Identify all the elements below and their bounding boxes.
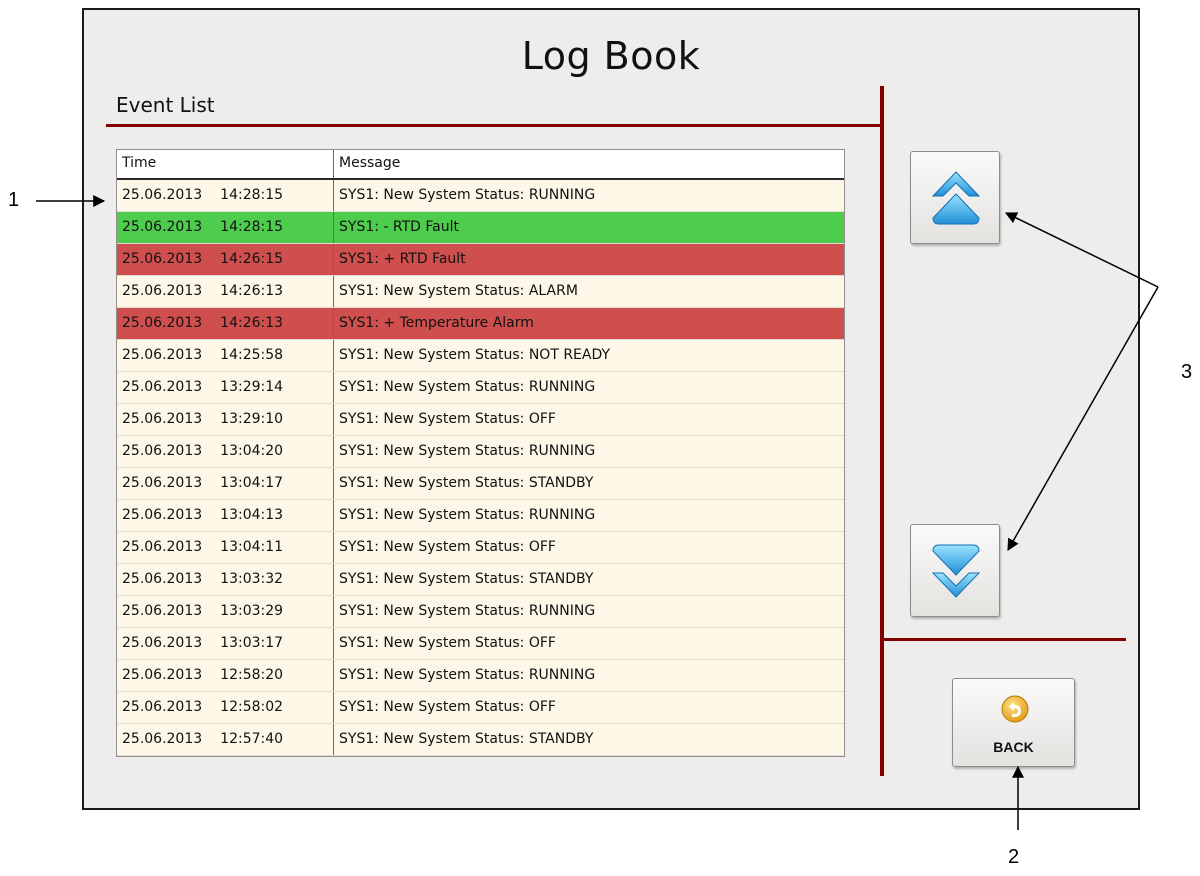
callout-arrow-3b xyxy=(1007,286,1159,552)
callout-label-2: 2 xyxy=(1008,846,1020,868)
callout-arrow-3a xyxy=(1004,212,1159,288)
callout-arrows xyxy=(36,195,1159,830)
callout-label-1: 1 xyxy=(8,189,20,211)
callout-label-3: 3 xyxy=(1181,361,1193,383)
